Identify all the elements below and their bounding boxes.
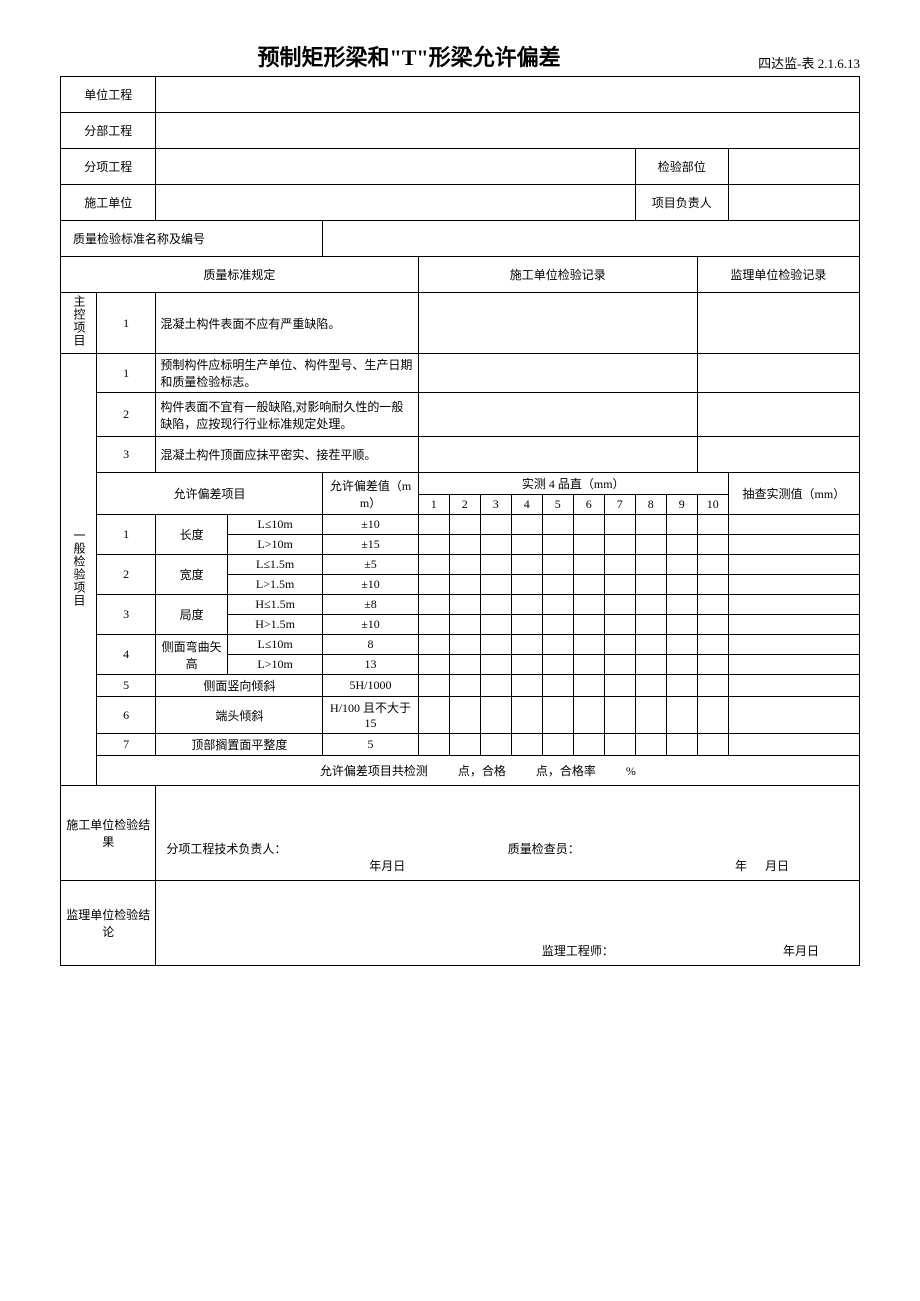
gen-3-record[interactable] [418, 437, 697, 473]
main-1-record[interactable] [418, 293, 697, 354]
dev1-cond2: L>10m [227, 535, 322, 555]
dev3-cond2: H>1.5m [227, 615, 322, 635]
header-supervision-record: 监理单位检验记录 [697, 257, 859, 293]
gen-2-text: 构件表面不宜有一般缺陷,对影响耐久性的一般缺陷，应按现行行业标准规定处理。 [156, 393, 418, 437]
col-8: 8 [635, 495, 666, 515]
date-1: 年月日 [166, 857, 405, 874]
value-inspect-part[interactable] [728, 149, 859, 185]
gen-1-no: 1 [96, 354, 156, 393]
dev3-cond1: H≤1.5m [227, 595, 322, 615]
col-3: 3 [480, 495, 511, 515]
dev5-name: 侧面竖向倾斜 [156, 675, 323, 697]
label-quality-inspector: 质量检查员： [508, 840, 849, 857]
dev4-val1: 8 [323, 635, 418, 655]
label-supervision-conclusion: 监理单位检验结论 [61, 881, 156, 966]
gen-2-supervision[interactable] [697, 393, 859, 437]
date-2y: 年 [735, 859, 747, 873]
label-project-leader: 项目负责人 [635, 185, 728, 221]
dev4-name: 侧面弯曲矢高 [156, 635, 228, 675]
dev2-name: 宽度 [156, 555, 228, 595]
gen-1-record[interactable] [418, 354, 697, 393]
col-2: 2 [449, 495, 480, 515]
dev2-no: 2 [96, 555, 156, 595]
dev1-val1: ±10 [323, 515, 418, 535]
col-10: 10 [697, 495, 728, 515]
header-spot-check: 抽查实测值（mm） [728, 473, 859, 515]
value-unit-project[interactable] [156, 77, 860, 113]
label-construction-unit: 施工单位 [61, 185, 156, 221]
dev2-cond2: L>1.5m [227, 575, 322, 595]
value-project-leader[interactable] [728, 185, 859, 221]
dev7-name: 顶部搁置面平整度 [156, 734, 323, 756]
supervision-conclusion-area[interactable]: 监理工程师： 年月日 [156, 881, 860, 966]
gen-3-no: 3 [96, 437, 156, 473]
main-1-supervision[interactable] [697, 293, 859, 354]
dev4-cond2: L>10m [227, 655, 322, 675]
dev1-no: 1 [96, 515, 156, 555]
label-item-project: 分项工程 [61, 149, 156, 185]
dev7-val: 5 [323, 734, 418, 756]
section-main-control: 主控项目 [61, 293, 97, 354]
label-tech-leader: 分项工程技术负责人： [166, 840, 507, 857]
value-item-project[interactable] [156, 149, 635, 185]
label-sub-project: 分部工程 [61, 113, 156, 149]
col-7: 7 [604, 495, 635, 515]
dev3-val1: ±8 [323, 595, 418, 615]
gen-1-supervision[interactable] [697, 354, 859, 393]
dev3-name: 局度 [156, 595, 228, 635]
header-construction-record: 施工单位检验记录 [418, 257, 697, 293]
value-construction-unit[interactable] [156, 185, 635, 221]
dev2-cond1: L≤1.5m [227, 555, 322, 575]
construction-result-area[interactable]: 分项工程技术负责人： 质量检查员： 年月日 年 月日 [156, 786, 860, 881]
doc-code: 四达监-表 2.1.6.13 [758, 53, 860, 72]
dev6-name: 端头倾斜 [156, 697, 323, 734]
gen-1-text: 预制构件应标明生产单位、构件型号、生产日期和质量检验标志。 [156, 354, 418, 393]
col-6: 6 [573, 495, 604, 515]
header-measured: 实测 4 品直（mm） [418, 473, 728, 495]
dev1-name: 长度 [156, 515, 228, 555]
main-1-text: 混凝土构件表面不应有严重缺陷。 [156, 293, 418, 354]
dev7-no: 7 [96, 734, 156, 756]
date-2md: 月日 [765, 859, 789, 873]
col-1: 1 [418, 495, 449, 515]
label-inspect-part: 检验部位 [635, 149, 728, 185]
dev5-no: 5 [96, 675, 156, 697]
header-deviation-value: 允许偏差值（mm） [323, 473, 418, 515]
gen-2-record[interactable] [418, 393, 697, 437]
value-sub-project[interactable] [156, 113, 860, 149]
header-quality-std: 质量标准规定 [61, 257, 419, 293]
gen-3-text: 混凝土构件顶面应抹平密实、接茬平顺。 [156, 437, 418, 473]
dev6-val: H/100 且不大于 15 [323, 697, 418, 734]
dev6-no: 6 [96, 697, 156, 734]
inspection-form: 单位工程 分部工程 分项工程 检验部位 施工单位 项目负责人 质量检验标准名称及… [60, 76, 860, 966]
col-5: 5 [542, 495, 573, 515]
col-9: 9 [666, 495, 697, 515]
dev4-val2: 13 [323, 655, 418, 675]
dev3-val2: ±10 [323, 615, 418, 635]
col-4: 4 [511, 495, 542, 515]
main-1-no: 1 [96, 293, 156, 354]
dev5-val: 5H/1000 [323, 675, 418, 697]
dev3-no: 3 [96, 595, 156, 635]
header-deviation-item: 允许偏差项目 [96, 473, 323, 515]
dev2-val2: ±10 [323, 575, 418, 595]
label-quality-std-name: 质量检验标准名称及编号 [61, 221, 323, 257]
value-quality-std-name[interactable] [323, 221, 860, 257]
date-3: 年月日 [783, 942, 849, 959]
dev1-cond1: L≤10m [227, 515, 322, 535]
dev4-cond1: L≤10m [227, 635, 322, 655]
gen-3-supervision[interactable] [697, 437, 859, 473]
gen-2-no: 2 [96, 393, 156, 437]
dev2-val1: ±5 [323, 555, 418, 575]
label-unit-project: 单位工程 [61, 77, 156, 113]
section-general: 一般检验项目 [61, 354, 97, 786]
label-construction-result: 施工单位检验结果 [61, 786, 156, 881]
dev4-no: 4 [96, 635, 156, 675]
dev1-val2: ±15 [323, 535, 418, 555]
label-supervisor: 监理工程师： [542, 942, 783, 959]
page-title: 预制矩形梁和"T"形梁允许偏差 [60, 40, 758, 72]
